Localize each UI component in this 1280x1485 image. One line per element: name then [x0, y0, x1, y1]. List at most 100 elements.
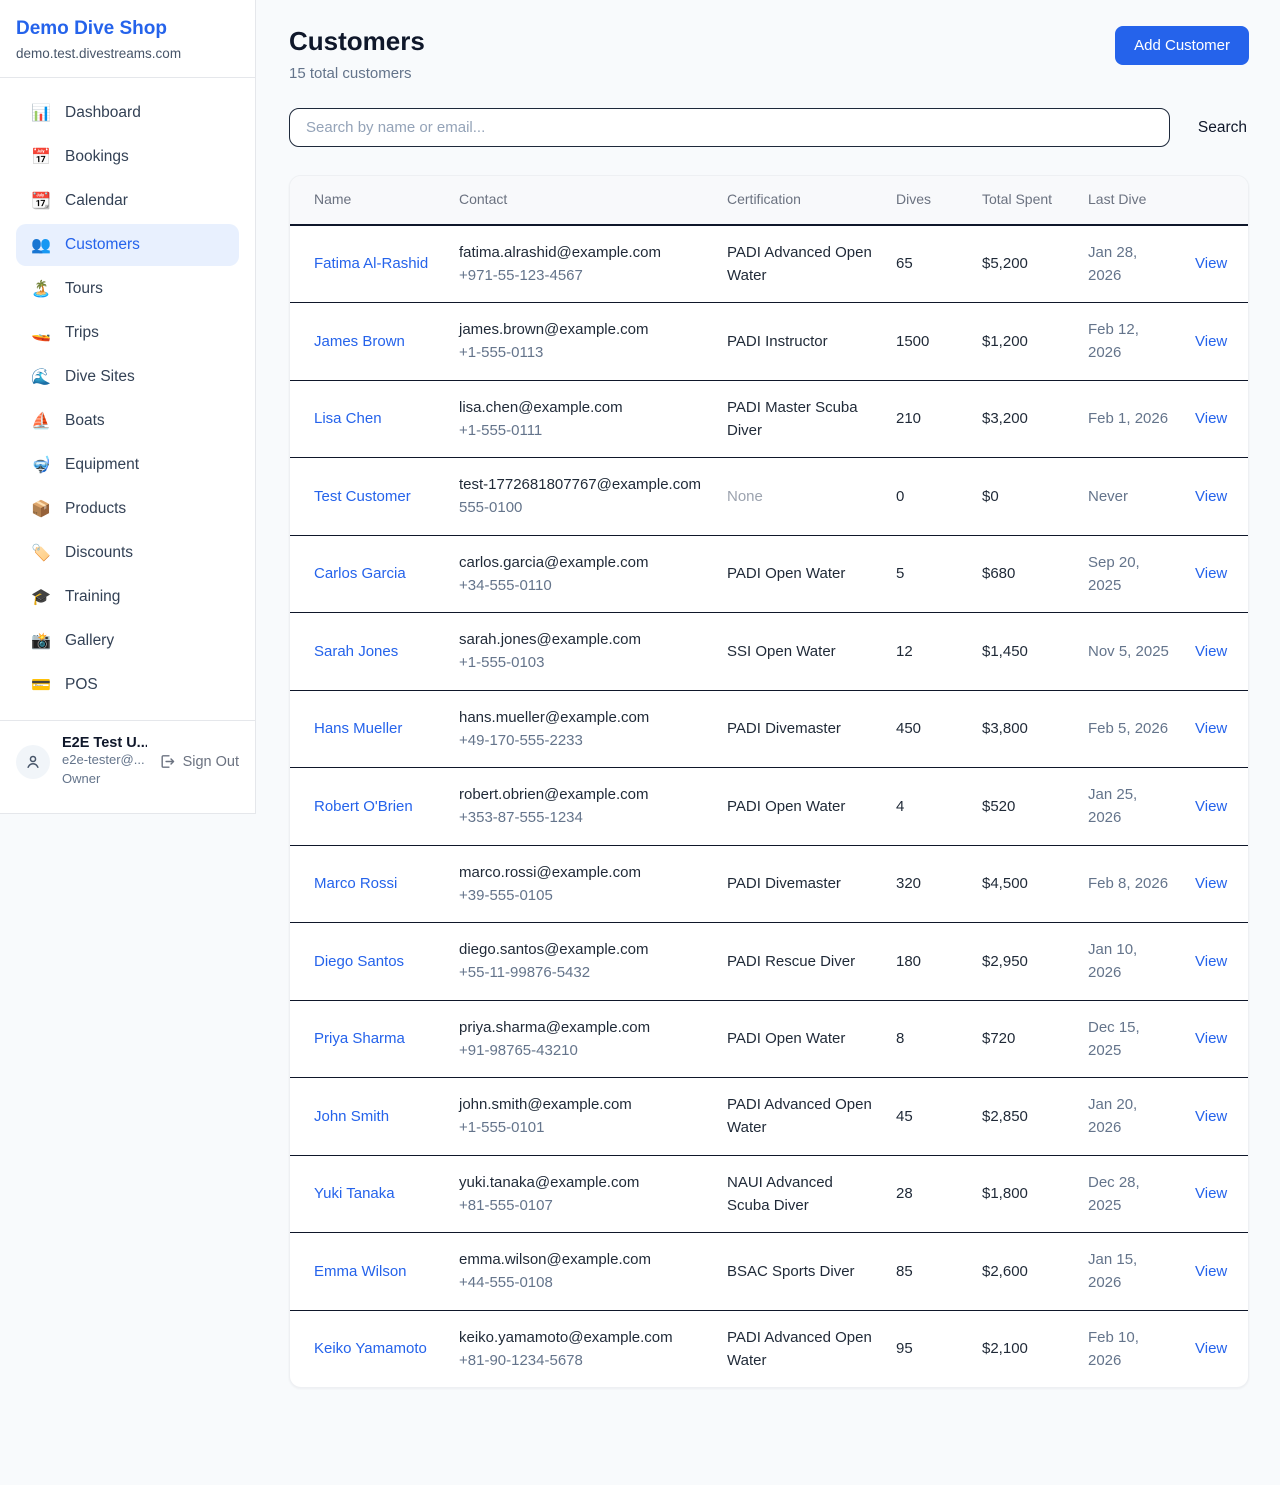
sidebar-item-calendar[interactable]: 📆 Calendar [16, 180, 239, 222]
table-row: Sarah Jones sarah.jones@example.com +1-5… [290, 613, 1249, 691]
shop-name: Demo Dive Shop [16, 18, 239, 40]
customer-email: fatima.alrashid@example.com [459, 241, 703, 264]
customer-name-link[interactable]: Robert O'Brien [314, 798, 413, 815]
sidebar-item-trips[interactable]: 🚤 Trips [16, 312, 239, 354]
customer-dives: 95 [884, 1310, 970, 1387]
customer-last-dive: Feb 1, 2026 [1076, 380, 1183, 458]
customer-name-link[interactable]: James Brown [314, 333, 405, 350]
sidebar-item-pos[interactable]: 💳 POS [16, 664, 239, 706]
customer-name-link[interactable]: Emma Wilson [314, 1263, 407, 1280]
customer-phone: +39-555-0105 [459, 884, 703, 907]
view-link[interactable]: View [1195, 1108, 1227, 1125]
customer-dives: 8 [884, 1000, 970, 1078]
view-link[interactable]: View [1195, 410, 1227, 427]
customer-email: lisa.chen@example.com [459, 396, 703, 419]
wave-icon: 🌊 [30, 367, 52, 387]
sidebar-item-boats[interactable]: ⛵ Boats [16, 400, 239, 442]
customer-name-link[interactable]: Yuki Tanaka [314, 1185, 395, 1202]
customer-phone: +353-87-555-1234 [459, 806, 703, 829]
sidebar-user-section: E2E Test U... e2e-tester@... Owner Sign … [0, 720, 255, 803]
view-link[interactable]: View [1195, 1263, 1227, 1280]
customer-name-link[interactable]: Lisa Chen [314, 410, 382, 427]
customer-name-link[interactable]: John Smith [314, 1108, 389, 1125]
view-link[interactable]: View [1195, 255, 1227, 272]
customer-last-dive: Jan 20, 2026 [1076, 1078, 1183, 1156]
customer-email: keiko.yamamoto@example.com [459, 1326, 703, 1349]
customer-dives: 12 [884, 613, 970, 691]
customer-total-spent: $1,200 [970, 303, 1076, 381]
customer-last-dive: Dec 28, 2025 [1076, 1155, 1183, 1233]
customer-name-link[interactable]: Test Customer [314, 488, 411, 505]
customer-name-link[interactable]: Hans Mueller [314, 720, 402, 737]
sidebar-item-gallery[interactable]: 📸 Gallery [16, 620, 239, 662]
customer-name-link[interactable]: Diego Santos [314, 953, 404, 970]
customer-last-dive: Jan 10, 2026 [1076, 923, 1183, 1001]
customer-name-link[interactable]: Sarah Jones [314, 643, 398, 660]
sidebar-item-products[interactable]: 📦 Products [16, 488, 239, 530]
table-row: Hans Mueller hans.mueller@example.com +4… [290, 690, 1249, 768]
camera-icon: 📸 [30, 631, 52, 651]
sidebar-item-tours[interactable]: 🏝️ Tours [16, 268, 239, 310]
customer-phone: +1-555-0111 [459, 419, 703, 442]
customer-email: sarah.jones@example.com [459, 628, 703, 651]
view-link[interactable]: View [1195, 565, 1227, 582]
customer-email: hans.mueller@example.com [459, 706, 703, 729]
search-button[interactable]: Search [1196, 113, 1249, 143]
customer-dives: 180 [884, 923, 970, 1001]
sidebar-item-label: Dive Sites [65, 368, 135, 386]
customer-name-link[interactable]: Carlos Garcia [314, 565, 406, 582]
customer-dives: 85 [884, 1233, 970, 1311]
search-input[interactable] [289, 108, 1170, 147]
customer-certification: PADI Advanced Open Water [715, 225, 884, 303]
view-link[interactable]: View [1195, 875, 1227, 892]
customer-last-dive: Never [1076, 458, 1183, 536]
view-link[interactable]: View [1195, 1185, 1227, 1202]
customer-email: john.smith@example.com [459, 1093, 703, 1116]
customer-total-spent: $2,950 [970, 923, 1076, 1001]
view-link[interactable]: View [1195, 953, 1227, 970]
customer-certification: PADI Rescue Diver [715, 923, 884, 1001]
view-link[interactable]: View [1195, 1340, 1227, 1357]
customer-phone: +55-11-99876-5432 [459, 961, 703, 984]
customer-phone: 555-0100 [459, 496, 703, 519]
sidebar-item-dashboard[interactable]: 📊 Dashboard [16, 92, 239, 134]
table-row: Priya Sharma priya.sharma@example.com +9… [290, 1000, 1249, 1078]
customer-name-link[interactable]: Fatima Al-Rashid [314, 255, 428, 272]
view-link[interactable]: View [1195, 643, 1227, 660]
view-link[interactable]: View [1195, 798, 1227, 815]
add-customer-button[interactable]: Add Customer [1115, 26, 1249, 65]
customer-total-spent: $2,100 [970, 1310, 1076, 1387]
customer-name-link[interactable]: Marco Rossi [314, 875, 397, 892]
customer-email: yuki.tanaka@example.com [459, 1171, 703, 1194]
view-link[interactable]: View [1195, 1030, 1227, 1047]
customer-phone: +1-555-0103 [459, 651, 703, 674]
sidebar: Demo Dive Shop demo.test.divestreams.com… [0, 0, 256, 814]
sidebar-item-label: POS [65, 676, 98, 694]
sidebar-item-discounts[interactable]: 🏷️ Discounts [16, 532, 239, 574]
customer-dives: 1500 [884, 303, 970, 381]
customer-last-dive: Sep 20, 2025 [1076, 535, 1183, 613]
customer-certification: PADI Open Water [715, 768, 884, 846]
customer-email: marco.rossi@example.com [459, 861, 703, 884]
sidebar-item-dive-sites[interactable]: 🌊 Dive Sites [16, 356, 239, 398]
bar-chart-icon: 📊 [30, 103, 52, 123]
sidebar-item-bookings[interactable]: 📅 Bookings [16, 136, 239, 178]
view-link[interactable]: View [1195, 720, 1227, 737]
customer-total-spent: $680 [970, 535, 1076, 613]
sign-out-button[interactable]: Sign Out [159, 753, 239, 770]
customers-table: Name Contact Certification Dives Total S… [290, 176, 1249, 1387]
customer-dives: 0 [884, 458, 970, 536]
user-email: e2e-tester@... [62, 751, 147, 770]
view-link[interactable]: View [1195, 488, 1227, 505]
user-info: E2E Test U... e2e-tester@... Owner [62, 735, 147, 789]
sidebar-item-training[interactable]: 🎓 Training [16, 576, 239, 618]
sidebar-item-equipment[interactable]: 🤿 Equipment [16, 444, 239, 486]
col-header-dives: Dives [884, 176, 970, 225]
customer-dives: 28 [884, 1155, 970, 1233]
customer-name-link[interactable]: Priya Sharma [314, 1030, 405, 1047]
customer-certification: PADI Instructor [715, 303, 884, 381]
view-link[interactable]: View [1195, 333, 1227, 350]
customer-name-link[interactable]: Keiko Yamamoto [314, 1340, 427, 1357]
sidebar-item-customers[interactable]: 👥 Customers [16, 224, 239, 266]
table-row: Emma Wilson emma.wilson@example.com +44-… [290, 1233, 1249, 1311]
